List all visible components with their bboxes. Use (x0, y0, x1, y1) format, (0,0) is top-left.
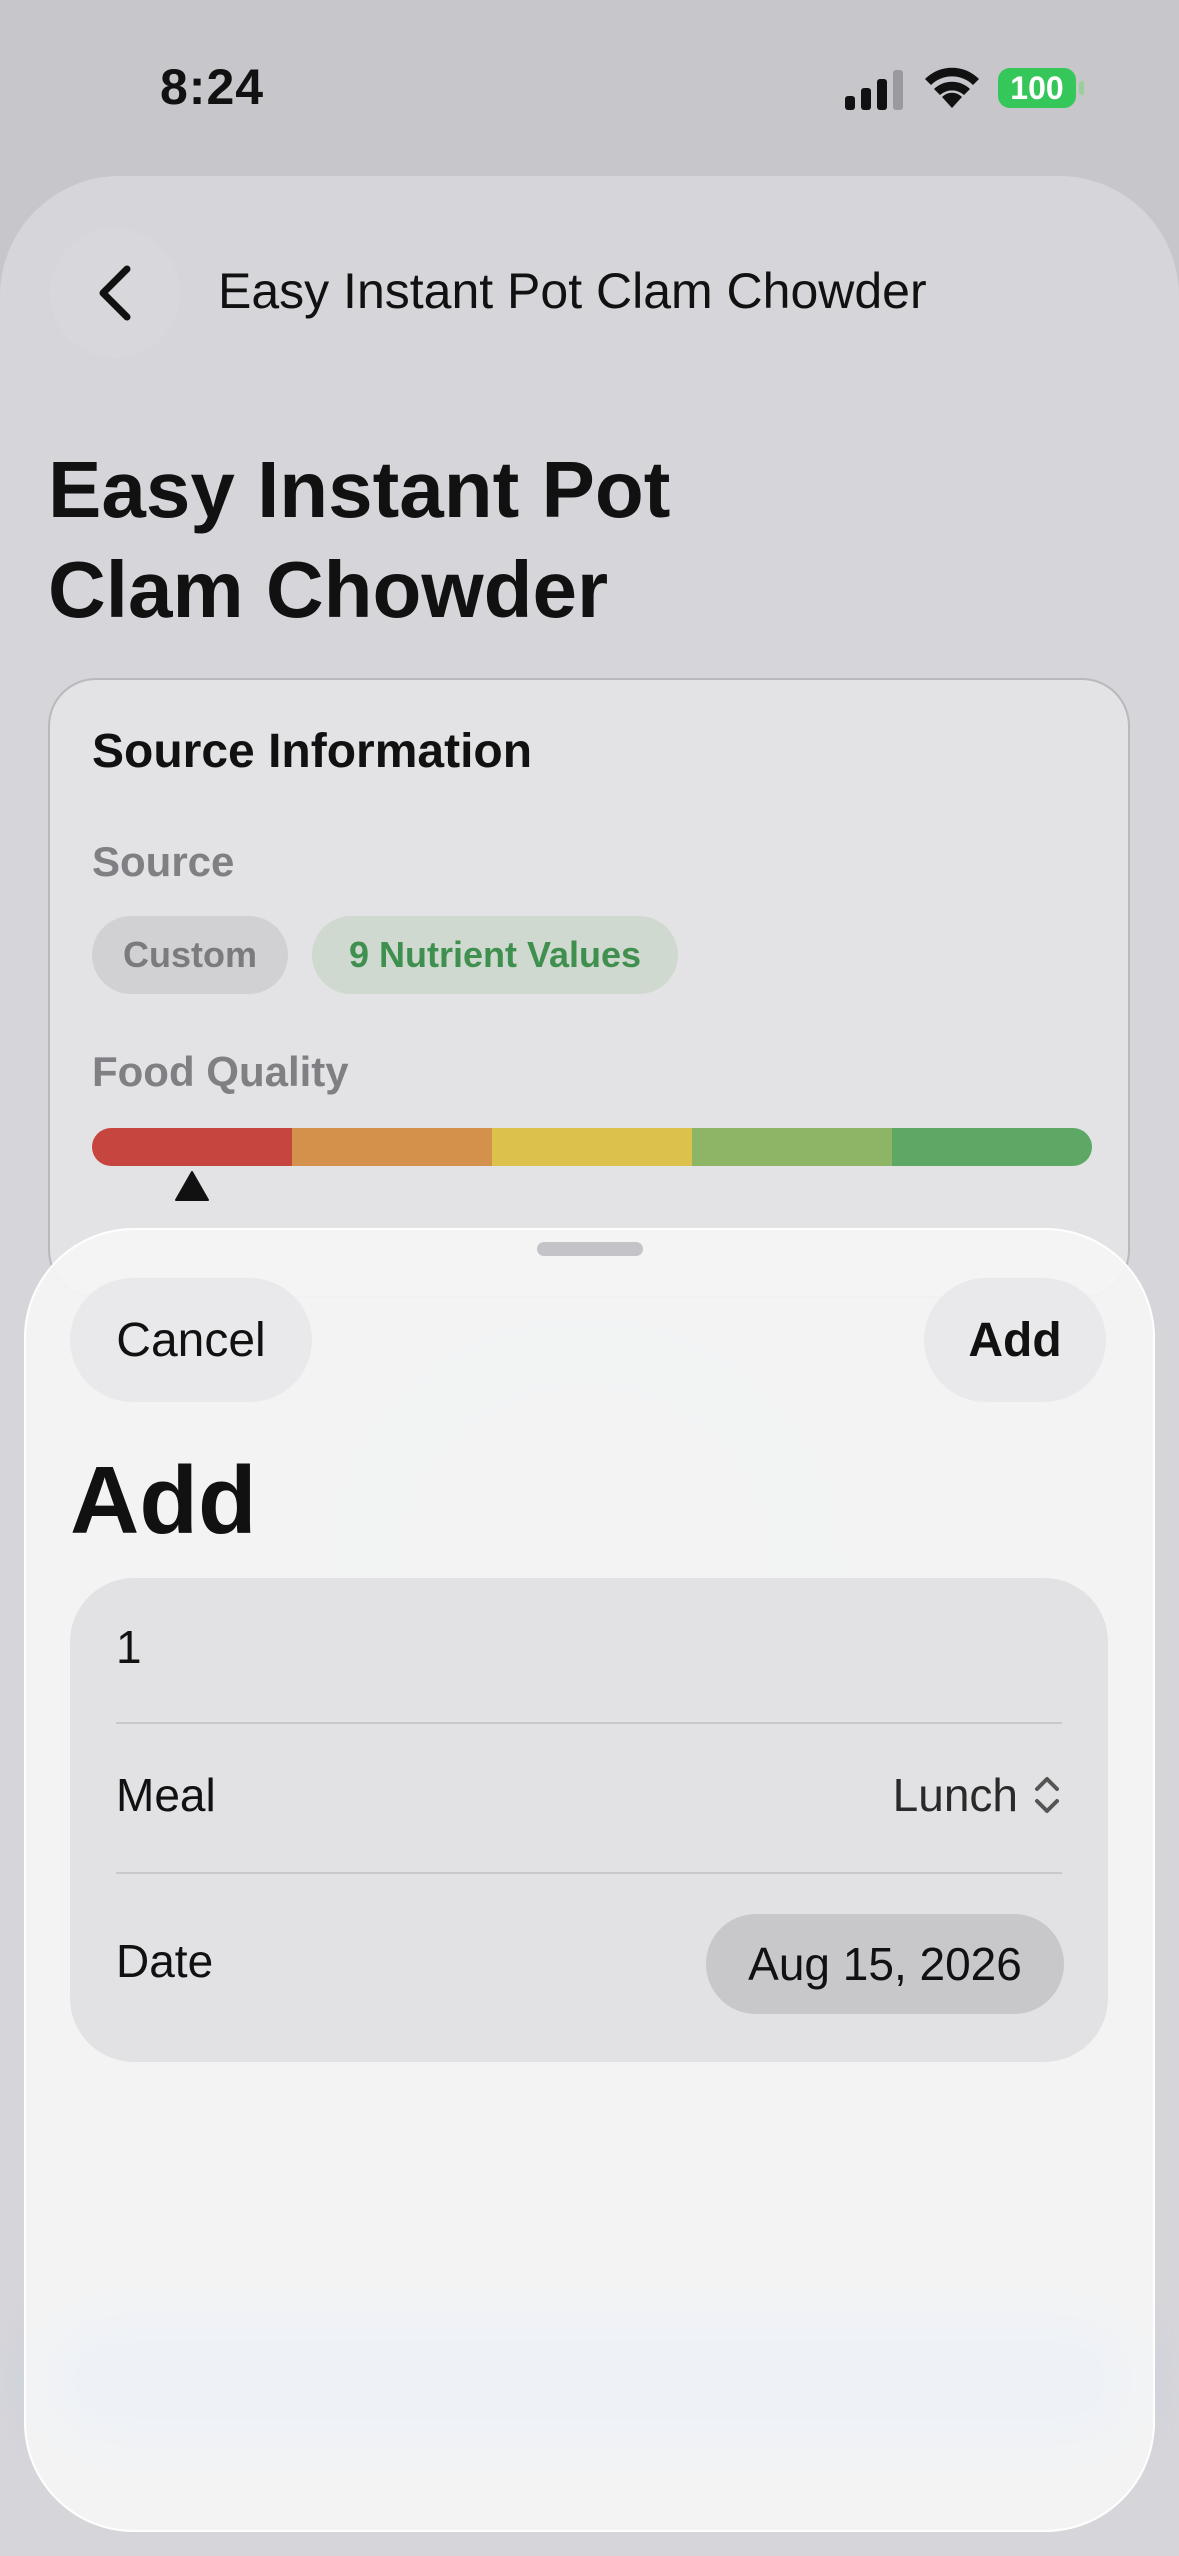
source-label: Source (92, 838, 235, 885)
quality-segment-5 (892, 1128, 1092, 1166)
meal-picker[interactable]: Lunch (893, 1768, 1062, 1822)
nutrient-values-chip[interactable]: 9 Nutrient Values (312, 916, 678, 994)
sheet-title: Add (70, 1447, 257, 1554)
date-picker-button[interactable]: Aug 15, 2026 (706, 1914, 1064, 2014)
chevron-left-icon (99, 265, 131, 321)
battery-icon: 100 (998, 68, 1084, 108)
food-quality-label: Food Quality (92, 1048, 349, 1095)
status-bar: 8:24 100 (0, 0, 1179, 176)
food-quality-bar (92, 1128, 1092, 1166)
wifi-icon (925, 67, 979, 108)
cellular-signal-icon (845, 70, 903, 110)
battery-level: 100 (1010, 69, 1064, 106)
cancel-button[interactable]: Cancel (70, 1278, 312, 1402)
quality-pointer-icon (175, 1171, 209, 1201)
chevron-up-down-icon (1035, 1777, 1059, 1813)
quality-segment-2 (292, 1128, 492, 1166)
source-chip-custom[interactable]: Custom (92, 916, 288, 994)
quality-segment-3 (492, 1128, 692, 1166)
meal-label: Meal (116, 1769, 216, 1821)
sheet-grabber[interactable] (537, 1242, 643, 1256)
divider (116, 1872, 1062, 1874)
add-form: 1 Meal Lunch Date Aug 15, 2026 (70, 1578, 1108, 2062)
status-time: 8:24 (160, 59, 265, 115)
back-button[interactable] (50, 228, 180, 358)
page-title: Easy Instant Pot Clam Chowder (48, 445, 671, 634)
nav-title: Easy Instant Pot Clam Chowder (218, 263, 927, 319)
date-row: Date Aug 15, 2026 (116, 1914, 1064, 2014)
quality-segment-1 (92, 1128, 292, 1166)
divider (116, 1722, 1062, 1724)
source-information-card: Source Information Source Custom 9 Nutri… (48, 678, 1130, 1298)
add-button[interactable]: Add (924, 1278, 1106, 1402)
add-sheet: Cancel Add Add 1 Meal Lunch Date Aug 15,… (24, 1228, 1155, 2532)
meal-row[interactable]: Meal Lunch (116, 1768, 1062, 1822)
quality-segment-4 (692, 1128, 892, 1166)
date-label: Date (116, 1935, 214, 1987)
quantity-field[interactable]: 1 (116, 1620, 1062, 1674)
meal-value: Lunch (892, 1769, 1018, 1821)
source-information-header: Source Information (92, 725, 533, 778)
